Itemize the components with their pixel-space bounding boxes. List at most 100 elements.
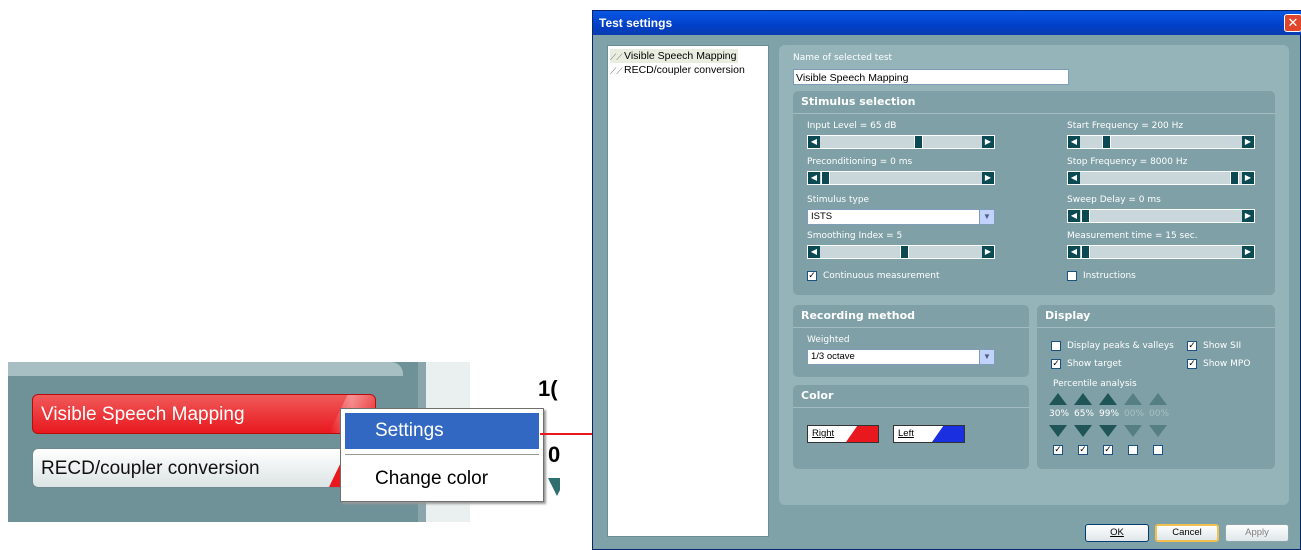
stimulus-type-select[interactable]: ISTS ▼ [807,209,995,225]
apply-button[interactable]: Apply [1225,524,1289,542]
triangle-down-icon[interactable] [1074,425,1092,437]
chevron-right-icon[interactable]: ▶ [1242,246,1254,258]
menu-item-settings[interactable]: Settings [345,413,539,449]
show-target-label: Show target [1067,359,1122,369]
visible-speech-mapping-button[interactable]: Visible Speech Mapping [32,394,376,434]
right-color-label: Right [812,428,835,439]
sweep-delay-slider[interactable]: ◀ ▶ [1067,209,1255,223]
triangle-up-icon[interactable] [1149,393,1167,405]
chevron-left-icon[interactable]: ◀ [808,136,820,148]
chevron-left-icon[interactable]: ◀ [1068,246,1080,258]
context-menu: Settings Change color [340,408,544,502]
list-item-label: Visible Speech Mapping [624,50,737,62]
color-group: Color Right Left [793,385,1029,469]
left-color-button[interactable]: Left [893,425,965,443]
percentile-checkbox[interactable]: ✓ [1053,445,1063,455]
chevron-left-icon[interactable]: ◀ [808,172,820,184]
smoothing-index-slider[interactable]: ◀ ▶ [807,245,995,259]
sweep-delay-label: Sweep Delay = 0 ms [1067,195,1161,205]
percentile-value: 00% [1149,409,1170,419]
input-level-slider[interactable]: ◀ ▶ [807,135,995,149]
input-level-label: Input Level = 65 dB [807,121,897,131]
chevron-down-icon[interactable]: ▼ [979,350,994,364]
instructions-label: Instructions [1083,271,1136,281]
chevron-right-icon[interactable]: ▶ [1242,136,1254,148]
test-icon: ⟋⟋ [610,66,623,76]
instructions-checkbox[interactable] [1067,271,1077,281]
show-sii-checkbox[interactable]: ✓ [1187,341,1197,351]
slider-thumb[interactable] [1102,135,1111,149]
show-target-checkbox[interactable]: ✓ [1051,359,1061,369]
smoothing-index-label: Smoothing Index = 5 [807,231,903,241]
chevron-right-icon[interactable]: ▶ [982,172,994,184]
percentile-value: 00% [1124,409,1145,419]
menu-item-change-color[interactable]: Change color [345,461,539,497]
triangle-up-icon[interactable] [1074,393,1092,405]
triangle-down-icon[interactable] [1099,425,1117,437]
group-title: Recording method [793,305,1029,328]
show-mpo-checkbox[interactable]: ✓ [1187,359,1197,369]
recd-coupler-label: RECD/coupler conversion [41,458,260,479]
panel-strip-highlight [8,362,403,376]
measurement-time-label: Measurement time = 15 sec. [1067,231,1198,241]
chevron-right-icon[interactable]: ▶ [982,136,994,148]
chevron-left-icon[interactable]: ◀ [1068,210,1080,222]
blue-swatch [932,426,964,442]
right-color-button[interactable]: Right [807,425,879,443]
preconditioning-label: Preconditioning = 0 ms [807,157,913,167]
weighting-select[interactable]: 1/3 octave ▼ [807,349,995,365]
percentile-checkbox[interactable] [1128,445,1138,455]
percentile-checkbox[interactable] [1153,445,1163,455]
chevron-down-icon[interactable]: ▼ [979,210,994,224]
start-frequency-label: Start Frequency = 200 Hz [1067,121,1184,131]
percentile-checkbox[interactable]: ✓ [1103,445,1113,455]
close-icon[interactable]: ✕ [1284,14,1301,32]
settings-panel: Name of selected test Visible Speech Map… [779,45,1289,505]
continuous-measurement-label: Continuous measurement [823,271,940,281]
test-list: ⟋⟋Visible Speech Mapping ⟋⟋RECD/coupler … [607,45,769,537]
weighted-label: Weighted [807,335,850,345]
triangle-down-icon[interactable] [1049,425,1067,437]
dialog-titlebar: Test settings ✕ [593,11,1301,35]
recd-coupler-button[interactable]: RECD/coupler conversion [32,448,376,488]
slider-thumb[interactable] [900,245,909,259]
chevron-left-icon[interactable]: ◀ [1068,172,1080,184]
axis-label: 0 [548,442,560,467]
triangle-down-icon[interactable] [1149,425,1167,437]
list-item[interactable]: ⟋⟋Visible Speech Mapping [610,49,739,63]
chevron-right-icon[interactable]: ▶ [982,246,994,258]
peaks-valleys-label: Display peaks & valleys [1067,341,1174,351]
chevron-right-icon[interactable]: ▶ [1242,172,1254,184]
group-title: Stimulus selection [793,91,1275,114]
measurement-time-slider[interactable]: ◀ ▶ [1067,245,1255,259]
slider-thumb[interactable] [1081,209,1090,223]
list-item[interactable]: ⟋⟋RECD/coupler conversion [610,63,745,77]
test-name-input[interactable]: Visible Speech Mapping [793,69,1069,85]
select-value: 1/3 octave [811,351,855,362]
chevron-right-icon[interactable]: ▶ [1242,210,1254,222]
triangle-up-icon[interactable] [1099,393,1117,405]
recording-method-group: Recording method Weighted 1/3 octave ▼ [793,305,1029,377]
list-item-label: RECD/coupler conversion [624,64,745,76]
peaks-valleys-checkbox[interactable] [1051,341,1061,351]
slider-thumb[interactable] [821,171,830,185]
continuous-measurement-checkbox[interactable]: ✓ [807,271,817,281]
slider-thumb[interactable] [914,135,923,149]
chevron-left-icon[interactable]: ◀ [808,246,820,258]
cancel-button[interactable]: Cancel [1155,524,1219,542]
slider-thumb[interactable] [1081,245,1090,259]
scroll-arrow-icon[interactable] [548,478,560,496]
percentile-checkbox[interactable]: ✓ [1078,445,1088,455]
triangle-down-icon[interactable] [1124,425,1142,437]
start-frequency-slider[interactable]: ◀ ▶ [1067,135,1255,149]
preconditioning-slider[interactable]: ◀ ▶ [807,171,995,185]
triangle-up-icon[interactable] [1049,393,1067,405]
stimulus-selection-group: Stimulus selection Input Level = 65 dB ◀… [793,91,1275,295]
triangle-up-icon[interactable] [1124,393,1142,405]
show-sii-label: Show SII [1203,341,1242,351]
ok-button[interactable]: OK [1085,524,1149,542]
stop-frequency-slider[interactable]: ◀ ▶ [1067,171,1255,185]
chevron-left-icon[interactable]: ◀ [1068,136,1080,148]
group-title: Color [793,385,1029,408]
slider-thumb[interactable] [1230,171,1239,185]
